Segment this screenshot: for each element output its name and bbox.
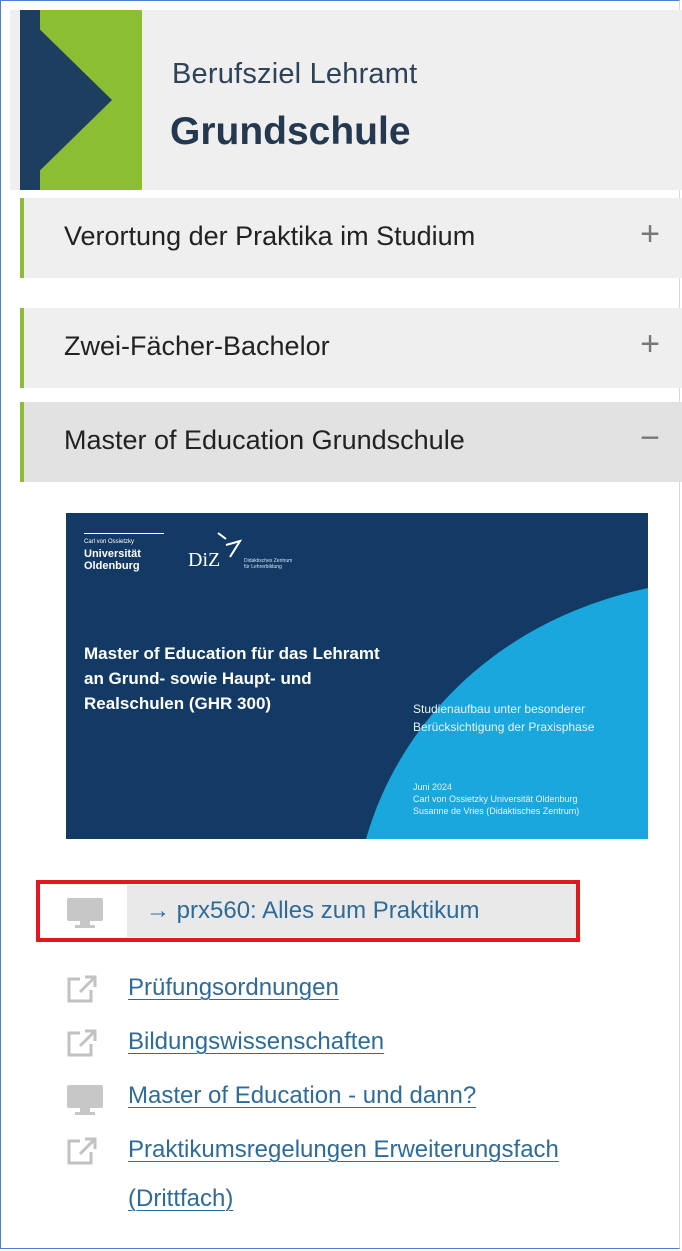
presentation-slide-image[interactable]: Carl von Ossietzky Universität Oldenburg… xyxy=(66,513,648,839)
header-logo-chevron-icon xyxy=(20,10,112,190)
accordion-zwei-faecher-bachelor[interactable]: Zwei-Fächer-Bachelor + xyxy=(20,308,682,388)
university-logo: Carl von Ossietzky Universität Oldenburg xyxy=(84,533,164,572)
accordion-verortung[interactable]: Verortung der Praktika im Studium + xyxy=(20,198,682,278)
collapse-minus-icon[interactable]: − xyxy=(640,421,660,455)
accordion-label: Zwei-Fächer-Bachelor xyxy=(64,331,330,361)
diz-logo-icon xyxy=(217,532,243,558)
pruefungsordnungen-link[interactable]: Prüfungsordnungen xyxy=(128,974,339,1002)
accordion-label: Verortung der Praktika im Studium xyxy=(64,221,476,251)
slide-title: Master of Education für das Lehramt an G… xyxy=(84,644,380,713)
external-link-icon xyxy=(67,975,97,1003)
slide-subtitle: Studienaufbau unter besonderer Berücksic… xyxy=(413,702,595,734)
page-header: Berufsziel Lehramt Grundschule xyxy=(10,10,682,190)
header-subtitle: Berufsziel Lehramt xyxy=(172,58,418,90)
slide-org: Carl von Ossietzky Universität Oldenburg xyxy=(413,794,578,804)
diz-logo: DiZ xyxy=(188,549,221,571)
slide-author: Susanne de Vries (Didaktisches Zentrum) xyxy=(413,806,580,816)
page-title: Grundschule xyxy=(170,110,411,153)
slide-footer: Juni 2024 Carl von Ossietzky Universität… xyxy=(413,781,648,817)
bildungswissenschaften-link[interactable]: Bildungswissenschaften xyxy=(128,1028,384,1056)
highlight-annotation-box xyxy=(36,880,580,942)
monitor-icon xyxy=(67,1085,103,1115)
accordion-label: Master of Education Grundschule xyxy=(64,425,465,455)
slide-date: Juni 2024 xyxy=(413,782,453,792)
praktikumsregelungen-link[interactable]: Praktikumsregelungen Erweiterungsfach xyxy=(128,1136,559,1164)
praktikumsregelungen-link-line2[interactable]: (Drittfach) xyxy=(128,1185,233,1213)
external-link-icon xyxy=(67,1137,97,1165)
expand-plus-icon[interactable]: + xyxy=(640,217,660,251)
expand-plus-icon[interactable]: + xyxy=(640,327,660,361)
accordion-master-of-education[interactable]: Master of Education Grundschule − xyxy=(20,402,682,482)
external-link-icon xyxy=(67,1029,97,1057)
master-of-education-und-dann-link[interactable]: Master of Education - und dann? xyxy=(128,1082,476,1110)
diz-logo-caption: Didaktisches Zentrum für Lehrerbildung xyxy=(244,558,293,570)
